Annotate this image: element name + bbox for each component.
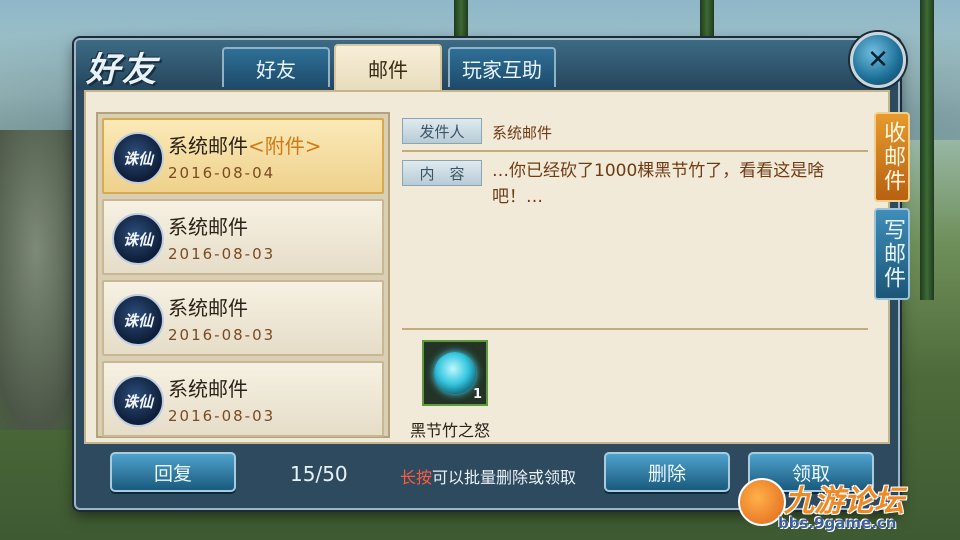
batch-hint: 长按可以批量删除或领取 [400, 464, 576, 488]
sender-value: 系统邮件 [492, 124, 553, 142]
reply-button[interactable]: 回复 [110, 452, 236, 492]
tab-compose[interactable]: 写邮件 [874, 208, 910, 300]
mail-sender: 系统邮件<附件> [168, 134, 322, 158]
attachment-slot[interactable]: 1 [422, 340, 488, 406]
mail-date: 2016-08-03 [168, 245, 276, 263]
panel-title: 好友 [86, 50, 158, 90]
item-quantity: 1 [472, 387, 482, 402]
content-label: 内 容 [402, 160, 482, 186]
attachment-name: 黑节竹之怒 [410, 421, 491, 440]
attachment-tag: <附件> [248, 134, 322, 158]
hint-highlight: 长按 [400, 468, 433, 487]
mail-list-item[interactable]: 诛仙 系统邮件 2016-08-03 [102, 280, 384, 356]
divider [402, 150, 868, 152]
mail-list-item[interactable]: 诛仙 系统邮件<附件> 2016-08-04 [102, 118, 384, 194]
hint-text: 可以批量删除或领取 [432, 468, 577, 487]
background-bamboo [920, 0, 934, 300]
page-count: 15/50 [290, 462, 348, 486]
game-logo-icon: 诛仙 [112, 213, 164, 265]
close-button[interactable]: ✕ [850, 32, 906, 88]
game-logo-icon: 诛仙 [112, 294, 164, 346]
divider [402, 328, 868, 330]
mail-content-area: 诛仙 系统邮件<附件> 2016-08-04 诛仙 系统邮件 2016-08-0… [84, 90, 890, 444]
tab-inbox-label: 收邮件 [880, 121, 905, 193]
delete-button[interactable]: 删除 [604, 452, 730, 492]
game-logo-icon: 诛仙 [112, 132, 164, 184]
mail-list-item[interactable]: 诛仙 系统邮件 2016-08-03 [102, 199, 384, 275]
mail-list[interactable]: 诛仙 系统邮件<附件> 2016-08-04 诛仙 系统邮件 2016-08-0… [96, 112, 390, 438]
mail-content-text: …你已经砍了1000棵黑节竹了，看看这是啥吧！… [492, 161, 825, 207]
tab-player-help[interactable]: 玩家互助 [448, 47, 556, 87]
panel-header: 好友 好友 邮件 玩家互助 [76, 40, 898, 90]
forum-watermark: 九游论坛 bbs.9game.cn [738, 476, 952, 536]
sender-label: 发件人 [402, 118, 482, 144]
game-logo-icon: 诛仙 [112, 375, 164, 427]
mail-sender: 系统邮件 [168, 377, 248, 401]
glowing-orb-icon [434, 352, 476, 394]
tab-compose-label: 写邮件 [880, 218, 905, 290]
tab-inbox[interactable]: 收邮件 [874, 112, 910, 202]
mail-date: 2016-08-03 [168, 407, 276, 425]
mail-date: 2016-08-03 [168, 326, 276, 344]
mail-date: 2016-08-04 [168, 164, 276, 182]
mail-sender: 系统邮件 [168, 215, 248, 239]
close-icon: ✕ [867, 45, 889, 75]
tab-friends[interactable]: 好友 [222, 47, 330, 87]
mail-panel: 好友 好友 邮件 玩家互助 ✕ 诛仙 系统邮件<附件> 2016-08-04 诛… [74, 32, 910, 510]
mail-list-item[interactable]: 诛仙 系统邮件 2016-08-03 [102, 361, 384, 437]
watermark-url: bbs.9game.cn [778, 514, 897, 532]
tab-mail[interactable]: 邮件 [334, 44, 442, 90]
mail-sender: 系统邮件 [168, 296, 248, 320]
